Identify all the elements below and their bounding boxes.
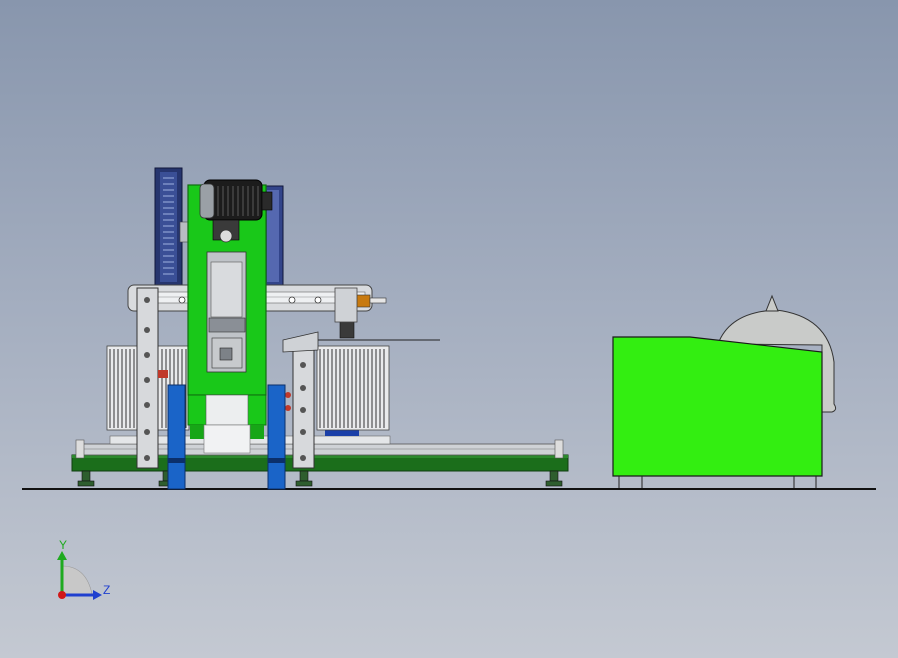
bolt-hole	[300, 429, 306, 435]
pulley-guard-left	[154, 167, 191, 287]
triad-origin	[58, 591, 66, 599]
bolt-hole	[300, 362, 306, 368]
bolt-hole	[144, 327, 150, 333]
model-canvas[interactable]	[0, 0, 898, 658]
bolt-hole	[300, 385, 306, 391]
blue-column-left	[167, 384, 186, 490]
crossbeam-rail	[127, 284, 440, 341]
triad-y-label: Y	[59, 538, 68, 552]
coordinate-triad	[57, 551, 102, 600]
bolt-hole	[300, 455, 306, 461]
bolt-hole	[144, 377, 150, 383]
cad-viewport[interactable]: Y Z	[0, 0, 898, 658]
bolt-hole	[144, 402, 150, 408]
bolt-hole	[144, 352, 150, 358]
triad-z-label: Z	[103, 583, 111, 597]
electrical-cabinet[interactable]	[612, 336, 823, 488]
leveling-feet	[77, 470, 563, 487]
machine-assembly[interactable]	[71, 167, 569, 490]
bolt-hole	[144, 429, 150, 435]
blue-column-right	[267, 384, 286, 490]
bolt-hole	[144, 297, 150, 303]
bolt-hole	[144, 455, 150, 461]
bolt-hole	[300, 407, 306, 413]
heat-sink-right	[316, 345, 390, 431]
